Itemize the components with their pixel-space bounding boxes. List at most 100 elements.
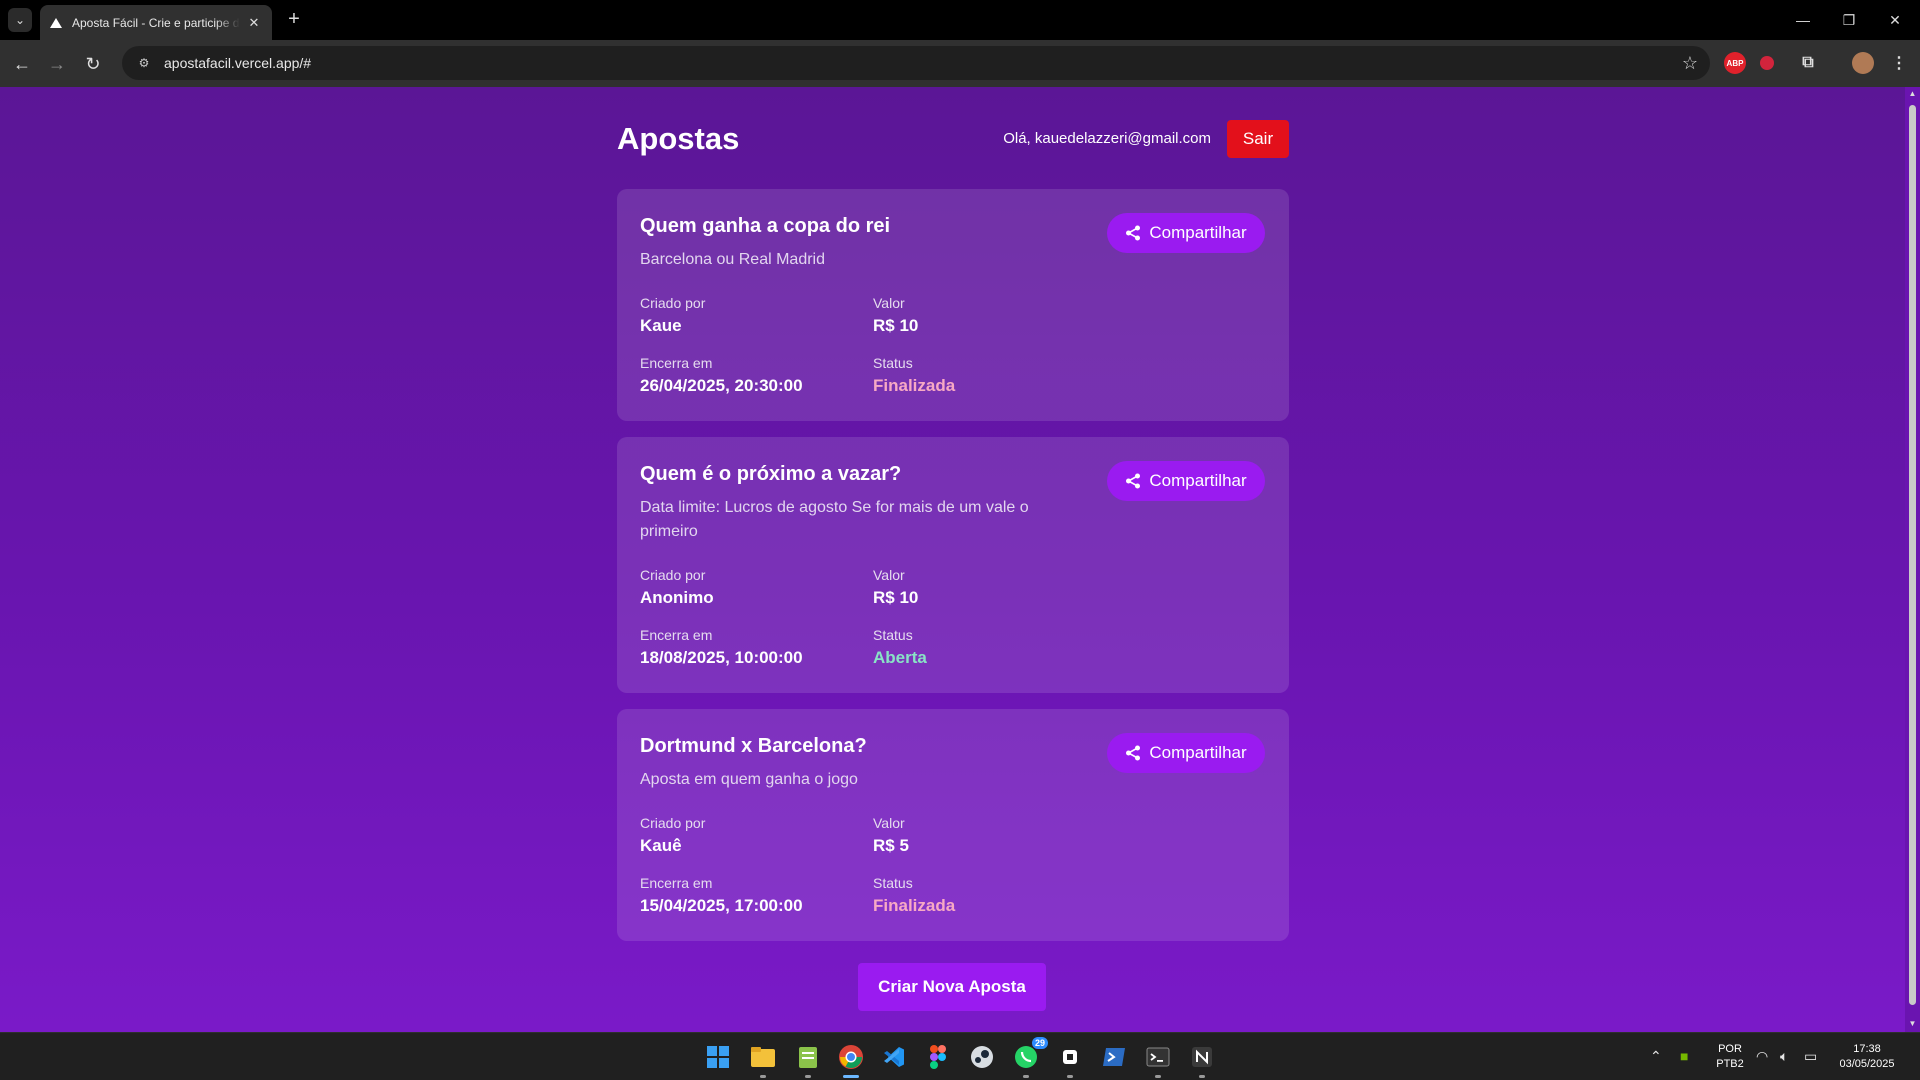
bet-card: Dortmund x Barcelona? Aposta em quem ganh… [617, 709, 1289, 941]
share-button[interactable]: Compartilhar [1107, 461, 1265, 501]
vscode-icon[interactable] [878, 1041, 910, 1073]
value-label: Valor [873, 295, 905, 311]
bet-title: Quem ganha a copa do rei [640, 215, 891, 237]
value-field: Valor R$ 5 [873, 814, 1106, 857]
forward-icon[interactable]: → [43, 50, 71, 78]
browser-tab[interactable]: Aposta Fácil - Crie e participe de apost… [40, 5, 272, 40]
back-icon[interactable]: ← [8, 50, 36, 78]
nvidia-icon[interactable]: ■ [1680, 1048, 1688, 1064]
bet-description: Barcelona ou Real Madrid [640, 251, 825, 268]
record-icon[interactable] [1760, 56, 1774, 70]
reload-icon[interactable]: ↻ [79, 50, 107, 78]
clock-date: 03/05/2025 [1839, 1058, 1895, 1070]
share-icon [1126, 473, 1141, 489]
tab-title: Aposta Fácil - Crie e participe de apost… [72, 15, 240, 30]
clock[interactable]: 17:38 03/05/2025 [1832, 1033, 1902, 1080]
bet-card: Quem é o próximo a vazar? Data limite: Lu… [617, 437, 1289, 693]
page-header: Apostas Olá, kauedelazzeri@gmail.com Sai… [617, 87, 1289, 189]
app-icon[interactable] [1054, 1041, 1086, 1078]
status-badge: Finalizada [873, 896, 956, 915]
page-scrollbar[interactable]: ▲ ▼ [1905, 87, 1920, 1032]
bet-value: R$ 5 [873, 836, 909, 855]
share-label: Compartilhar [1149, 471, 1247, 490]
end-date-label: Encerra em [640, 875, 713, 891]
creator-label: Criado por [640, 295, 706, 311]
bet-details: Criado por Kaue Valor R$ 10 Encerra em 26/04/… [640, 294, 1265, 397]
end-date-field: Encerra em 26/04/2025, 20:30:00 [640, 354, 873, 397]
site-info-icon[interactable]: ⚙ [134, 53, 154, 73]
steam-icon[interactable] [966, 1041, 998, 1073]
value-field: Valor R$ 10 [873, 566, 1106, 609]
share-label: Compartilhar [1149, 223, 1247, 242]
powershell-icon[interactable] [1098, 1041, 1130, 1073]
status-field: Status Finalizada [873, 354, 1106, 397]
bet-title: Quem é o próximo a vazar? [640, 463, 902, 485]
creator-value: Anonimo [640, 588, 714, 607]
notion-icon[interactable] [1186, 1041, 1218, 1078]
value-label: Valor [873, 567, 905, 583]
bets-list: Quem ganha a copa do rei Barcelona ou Rea… [617, 189, 1289, 941]
bet-value: R$ 10 [873, 588, 919, 607]
whatsapp-icon[interactable]: 29 [1010, 1037, 1048, 1078]
tab-strip: ⌄ Aposta Fácil - Crie e participe de apo… [0, 0, 1920, 40]
whatsapp-badge: 29 [1031, 1037, 1048, 1049]
status-badge: Finalizada [873, 376, 956, 395]
language-code: POR [1718, 1043, 1742, 1055]
close-window-icon[interactable]: ✕ [1872, 0, 1918, 40]
close-tab-icon[interactable]: ✕ [246, 15, 262, 31]
end-date-field: Encerra em 18/08/2025, 10:00:00 [640, 626, 873, 669]
share-icon [1126, 225, 1141, 241]
restore-icon[interactable]: ❐ [1826, 0, 1872, 40]
figma-icon[interactable] [922, 1041, 954, 1073]
volume-icon[interactable]: 🔈︎ [1780, 1048, 1788, 1065]
new-tab-button[interactable]: + [282, 8, 306, 32]
end-date-value: 15/04/2025, 17:00:00 [640, 896, 803, 915]
bet-details: Criado por Kauê Valor R$ 5 Encerra em 15/04/2… [640, 814, 1265, 917]
windows-start-icon[interactable] [702, 1041, 734, 1073]
share-button[interactable]: Compartilhar [1107, 733, 1265, 773]
bookmark-star-icon[interactable]: ☆ [1682, 53, 1698, 74]
end-date-value: 26/04/2025, 20:30:00 [640, 376, 803, 395]
bet-description: Data limite: Lucros de agosto Se for mai… [640, 499, 1029, 540]
menu-dots-icon[interactable]: ⋮ [1888, 52, 1910, 74]
creator-label: Criado por [640, 567, 706, 583]
notepad-icon[interactable] [792, 1041, 824, 1078]
vercel-favicon-icon [50, 17, 62, 29]
url-text[interactable]: apostafacil.vercel.app/# [164, 55, 311, 71]
end-date-label: Encerra em [640, 355, 713, 371]
share-button[interactable]: Compartilhar [1107, 213, 1265, 253]
create-bet-button[interactable]: Criar Nova Aposta [858, 963, 1046, 1011]
profile-avatar[interactable] [1852, 52, 1874, 74]
creator-value: Kaue [640, 316, 682, 335]
battery-icon[interactable]: ▭ [1804, 1048, 1817, 1065]
language-indicator[interactable]: POR PTB2 [1712, 1033, 1748, 1080]
status-field: Status Aberta [873, 626, 1106, 669]
chrome-icon[interactable] [835, 1041, 867, 1078]
logout-button[interactable]: Sair [1227, 120, 1289, 158]
bet-title: Dortmund x Barcelona? [640, 735, 867, 757]
creator-field: Criado por Anonimo [640, 566, 873, 609]
share-icon [1126, 745, 1141, 761]
browser-toolbar: ← → ↻ ⚙ apostafacil.vercel.app/# ☆ [0, 40, 1920, 87]
status-label: Status [873, 875, 913, 891]
scroll-up-icon[interactable]: ▲ [1908, 89, 1917, 98]
puzzle-icon[interactable]: ⧉ [1797, 52, 1819, 74]
show-hidden-icons-icon[interactable]: ⌃ [1650, 1048, 1662, 1065]
minimize-icon[interactable]: — [1780, 0, 1826, 40]
creator-field: Criado por Kaue [640, 294, 873, 337]
status-label: Status [873, 627, 913, 643]
bet-card: Quem ganha a copa do rei Barcelona ou Rea… [617, 189, 1289, 421]
file-explorer-icon[interactable] [747, 1041, 779, 1078]
terminal-icon[interactable] [1142, 1041, 1174, 1078]
status-label: Status [873, 355, 913, 371]
scrollbar-thumb[interactable] [1909, 105, 1916, 1005]
scroll-down-icon[interactable]: ▼ [1908, 1019, 1917, 1028]
wifi-icon[interactable]: ◠ [1756, 1048, 1768, 1065]
value-label: Valor [873, 815, 905, 831]
adblock-icon[interactable]: ABP [1724, 52, 1746, 74]
tab-search-button[interactable]: ⌄ [8, 8, 32, 32]
user-greeting: Olá, kauedelazzeri@gmail.com [1003, 130, 1211, 147]
end-date-value: 18/08/2025, 10:00:00 [640, 648, 803, 667]
address-bar[interactable]: ⚙ apostafacil.vercel.app/# ☆ [122, 46, 1710, 80]
page-title: Apostas [617, 121, 740, 156]
